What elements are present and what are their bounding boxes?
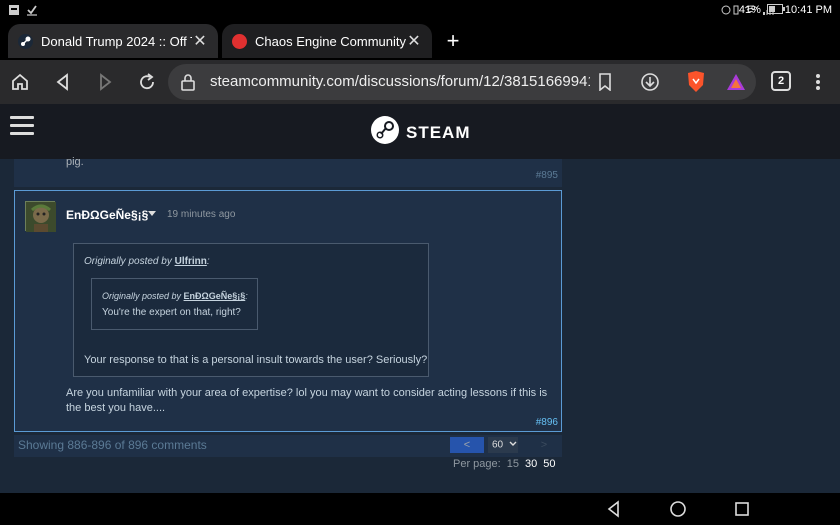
per-page-select[interactable]: 60 bbox=[488, 437, 518, 453]
previous-post: pig. #895 bbox=[14, 156, 562, 187]
steam-favicon-icon bbox=[18, 33, 33, 49]
system-nav-bar bbox=[0, 493, 840, 525]
url-text[interactable]: steamcommunity.com/discussions/forum/12/… bbox=[210, 73, 590, 90]
nav-home-icon[interactable] bbox=[668, 499, 688, 519]
tab-count-button[interactable]: 2 bbox=[771, 71, 791, 91]
nested-quote-block: Originally posted by EnÐΩGeÑe§¡§: You're… bbox=[91, 278, 258, 330]
nav-back-icon[interactable] bbox=[604, 499, 624, 519]
chevron-down-icon[interactable] bbox=[148, 211, 156, 216]
previous-post-number[interactable]: #895 bbox=[536, 170, 558, 181]
comment-count: Showing 886-896 of 896 comments bbox=[18, 438, 207, 452]
hamburger-menu-icon[interactable] bbox=[10, 116, 34, 136]
battery-icon bbox=[766, 4, 785, 16]
per-page-options: Per page: 15 30 50 bbox=[453, 458, 555, 470]
forward-icon[interactable] bbox=[91, 68, 119, 96]
previous-post-text: pig. bbox=[66, 156, 84, 168]
discussion-content: pig. #895 EnÐΩGeÑe§¡§ 19 minutes ago Ori… bbox=[0, 156, 840, 493]
per-page-30[interactable]: 30 bbox=[525, 458, 537, 470]
quote-header: Originally posted by Ulfrinn: bbox=[84, 256, 210, 267]
quote-block: Originally posted by Ulfrinn: Originally… bbox=[73, 243, 429, 377]
reload-icon[interactable] bbox=[133, 68, 161, 96]
post-body: Are you unfamiliar with your area of exp… bbox=[66, 387, 548, 414]
clock: 10:41 PM bbox=[784, 4, 832, 16]
back-icon[interactable] bbox=[49, 68, 77, 96]
comment-post: EnÐΩGeÑe§¡§ 19 minutes ago Originally po… bbox=[14, 190, 562, 432]
download-icon[interactable] bbox=[640, 72, 660, 97]
nested-quote-header: Originally posted by EnÐΩGeÑe§¡§: bbox=[102, 291, 248, 301]
quote-text: Your response to that is a personal insu… bbox=[84, 354, 428, 366]
per-page-50[interactable]: 50 bbox=[543, 458, 555, 470]
pagination-bar: Showing 886-896 of 896 comments < 60 > bbox=[14, 435, 562, 457]
tab-chaos-engine[interactable]: Chaos Engine Community ✕ bbox=[222, 24, 432, 58]
status-bar: 41% 10:41 PM bbox=[0, 0, 840, 22]
post-timestamp: 19 minutes ago bbox=[167, 209, 236, 220]
steam-logo-icon bbox=[370, 115, 400, 150]
menu-icon[interactable] bbox=[804, 68, 832, 96]
close-icon[interactable]: ✕ bbox=[406, 31, 422, 51]
check-icon bbox=[26, 4, 38, 16]
steam-wordmark: STEAM bbox=[406, 122, 471, 142]
nested-quote-author-link[interactable]: EnÐΩGeÑe§¡§ bbox=[184, 291, 246, 301]
per-page-label: Per page: bbox=[453, 458, 501, 470]
tab-strip: Donald Trump 2024 :: Off Topic ✕ Chaos E… bbox=[0, 22, 840, 60]
author-name[interactable]: EnÐΩGeÑe§¡§ bbox=[66, 208, 148, 222]
home-icon[interactable] bbox=[6, 68, 34, 96]
address-bar[interactable]: steamcommunity.com/discussions/forum/12/… bbox=[168, 64, 756, 100]
nav-recents-icon[interactable] bbox=[732, 499, 752, 519]
tab-off-topic[interactable]: Donald Trump 2024 :: Off Topic ✕ bbox=[8, 24, 218, 58]
lock-icon bbox=[180, 73, 196, 96]
battery-percent: 41% bbox=[738, 4, 761, 16]
bookmark-icon[interactable] bbox=[598, 73, 612, 96]
tab-title: Chaos Engine Community bbox=[255, 33, 406, 49]
per-page-15[interactable]: 15 bbox=[507, 458, 519, 470]
browser-toolbar: steamcommunity.com/discussions/forum/12/… bbox=[0, 60, 840, 104]
tab-title: Donald Trump 2024 :: Off Topic bbox=[41, 33, 192, 49]
steam-header: STEAM bbox=[0, 104, 840, 159]
nested-quote-text: You're the expert on that, right? bbox=[102, 307, 241, 318]
gallery-icon bbox=[8, 4, 20, 16]
chevron-down-icon bbox=[509, 437, 517, 453]
close-icon[interactable]: ✕ bbox=[192, 31, 208, 51]
new-tab-button[interactable]: + bbox=[440, 28, 466, 54]
next-page-button[interactable]: > bbox=[534, 437, 554, 453]
brave-shield-icon[interactable] bbox=[686, 70, 706, 99]
avatar[interactable] bbox=[25, 201, 56, 232]
brave-rewards-icon[interactable] bbox=[726, 72, 746, 97]
steam-logo[interactable]: STEAM bbox=[370, 115, 471, 150]
chaos-favicon-icon bbox=[232, 33, 247, 49]
prev-page-button[interactable]: < bbox=[450, 437, 484, 453]
signal-icons bbox=[721, 4, 774, 16]
post-number[interactable]: #896 bbox=[536, 417, 558, 428]
quote-author-link[interactable]: Ulfrinn bbox=[175, 256, 207, 267]
